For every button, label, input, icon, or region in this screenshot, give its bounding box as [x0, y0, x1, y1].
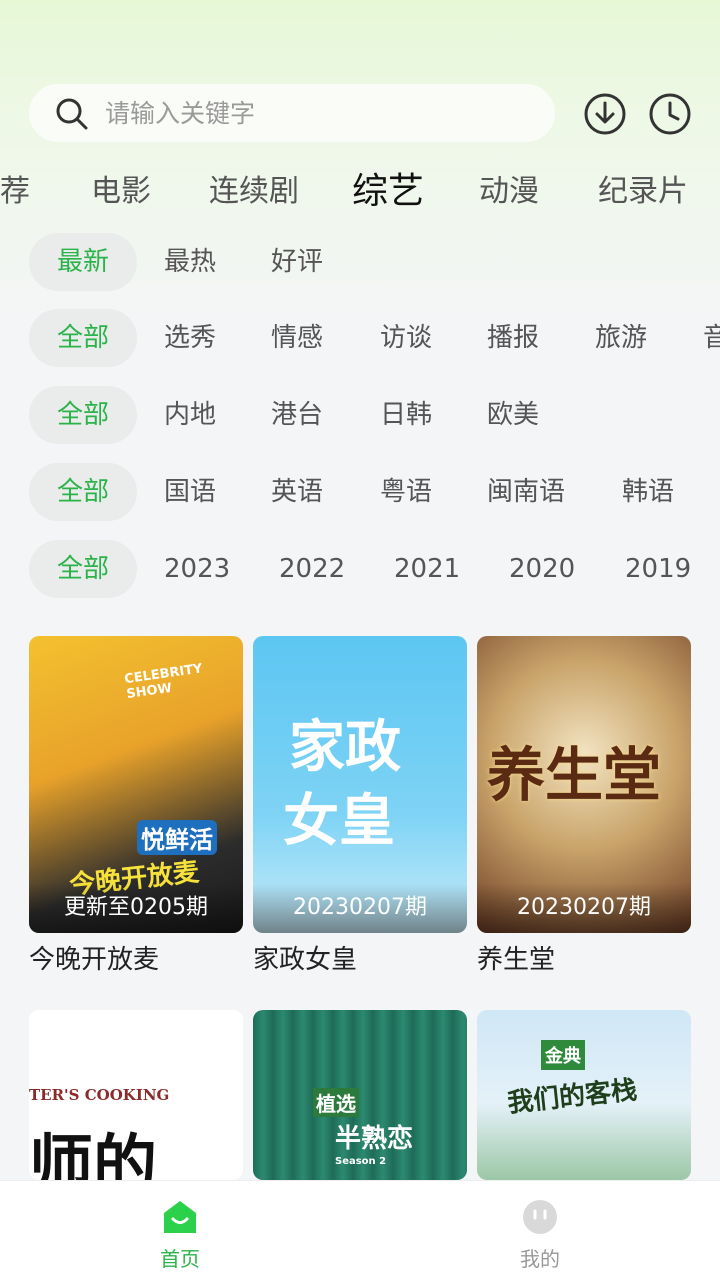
category-tabs: 荐 电影 连续剧 综艺 动漫 纪录片: [0, 160, 720, 216]
content-card[interactable]: 金典 我们的客栈: [477, 1010, 691, 1180]
filter-row-language: 全部 国语 英语 粤语 闽南语 韩语: [0, 463, 720, 521]
filter-chip-language[interactable]: 粤语: [380, 463, 432, 521]
search-row: [29, 84, 699, 142]
poster-text: Season 2: [335, 1156, 387, 1167]
nav-label-home: 首页: [160, 1247, 200, 1271]
filter-chip-year[interactable]: 2023: [164, 540, 230, 598]
filter-chip-region[interactable]: 欧美: [487, 386, 539, 444]
filter-chip-region[interactable]: 日韩: [380, 386, 432, 444]
tab-documentary[interactable]: 纪录片: [598, 166, 688, 210]
episode-label: 20230207期: [253, 883, 467, 933]
filter-chip-language[interactable]: 国语: [164, 463, 216, 521]
search-icon: [56, 98, 88, 130]
home-icon: [164, 1201, 196, 1233]
content-card[interactable]: 植选 半熟恋 Season 2: [253, 1010, 467, 1180]
tab-series[interactable]: 连续剧: [209, 166, 299, 210]
search-box[interactable]: [29, 84, 555, 142]
filter-chip-hot[interactable]: 最热: [164, 233, 216, 291]
filter-chip-language[interactable]: 韩语: [622, 463, 674, 521]
content-card[interactable]: 家政 女皇 20230207期 家政女皇: [253, 636, 467, 976]
filter-chip-rated[interactable]: 好评: [271, 233, 323, 291]
episode-label: 更新至0205期: [29, 883, 243, 933]
poster-text: 金典: [541, 1040, 585, 1070]
nav-item-home[interactable]: 首页: [120, 1181, 240, 1280]
poster-text: 养生堂: [487, 741, 662, 809]
filter-row-type: 全部 选秀 情感 访谈 播报 旅游 音: [0, 309, 720, 367]
poster-text: 我们的客栈: [506, 1075, 639, 1119]
poster-image: 养生堂 20230207期: [477, 636, 691, 933]
poster-image: 家政 女皇 20230207期: [253, 636, 467, 933]
filter-chip-type-all[interactable]: 全部: [29, 309, 137, 367]
filter-row-region: 全部 内地 港台 日韩 欧美: [0, 386, 720, 444]
search-input[interactable]: [105, 94, 525, 132]
poster-image: 植选 半熟恋 Season 2: [253, 1010, 467, 1180]
poster-text: 家政: [289, 715, 401, 780]
filter-chip-year[interactable]: 2022: [279, 540, 345, 598]
poster-text: 女皇: [283, 789, 395, 854]
content-card[interactable]: CELEBRITY SHOW 悦鲜活 今晚开放麦 更新至0205期 今晚开放麦: [29, 636, 243, 976]
filter-chip-year[interactable]: 2021: [394, 540, 460, 598]
filter-chip-type[interactable]: 访谈: [380, 309, 432, 367]
poster-text: 植选: [313, 1088, 359, 1117]
filter-chip-language[interactable]: 闽南语: [487, 463, 565, 521]
tab-movie[interactable]: 电影: [91, 166, 151, 210]
filter-chip-region[interactable]: 港台: [271, 386, 323, 444]
poster-text: 半熟恋: [335, 1124, 414, 1154]
card-title: 今晚开放麦: [29, 945, 160, 975]
episode-label: 20230207期: [477, 883, 691, 933]
poster-image: CELEBRITY SHOW 悦鲜活 今晚开放麦 更新至0205期: [29, 636, 243, 933]
filter-chip-year-all[interactable]: 全部: [29, 540, 137, 598]
content-card[interactable]: 养生堂 20230207期 养生堂: [477, 636, 691, 976]
card-title: 养生堂: [477, 945, 556, 975]
filter-chip-region-all[interactable]: 全部: [29, 386, 137, 444]
filter-chip-year[interactable]: 2019: [625, 540, 691, 598]
bottom-nav: 首页 我的: [0, 1180, 720, 1280]
filter-row-sort: 最新 最热 好评: [0, 233, 720, 291]
filter-row-year: 全部 2023 2022 2021 2020 2019: [0, 540, 720, 598]
poster-text: TER'S COOKING: [29, 1086, 170, 1104]
filter-chip-type[interactable]: 选秀: [164, 309, 216, 367]
filter-chip-type[interactable]: 音: [703, 309, 720, 367]
poster-text: 悦鲜活: [137, 820, 217, 855]
download-icon[interactable]: [583, 92, 627, 136]
tab-anime[interactable]: 动漫: [479, 166, 539, 210]
tab-variety[interactable]: 综艺: [352, 162, 424, 214]
filter-chip-type[interactable]: 旅游: [595, 309, 647, 367]
poster-text: 师的: [29, 1129, 157, 1180]
filter-chip-type[interactable]: 情感: [271, 309, 323, 367]
filter-chip-language-all[interactable]: 全部: [29, 463, 137, 521]
card-title: 家政女皇: [253, 945, 358, 975]
clock-icon[interactable]: [648, 92, 692, 136]
filter-chip-type[interactable]: 播报: [487, 309, 539, 367]
nav-item-mine[interactable]: 我的: [480, 1181, 600, 1280]
poster-image: TER'S COOKING 师的: [29, 1010, 243, 1180]
filter-chip-language[interactable]: 英语: [271, 463, 323, 521]
content-card[interactable]: TER'S COOKING 师的: [29, 1010, 243, 1180]
poster-image: 金典 我们的客栈: [477, 1010, 691, 1180]
user-face-icon: [523, 1200, 557, 1234]
nav-label-mine: 我的: [520, 1247, 560, 1271]
filter-chip-year[interactable]: 2020: [509, 540, 575, 598]
poster-text: CELEBRITY SHOW: [123, 661, 204, 703]
tab-recommend[interactable]: 荐: [0, 166, 30, 210]
filter-chip-latest[interactable]: 最新: [29, 233, 137, 291]
filter-chip-region[interactable]: 内地: [164, 386, 216, 444]
